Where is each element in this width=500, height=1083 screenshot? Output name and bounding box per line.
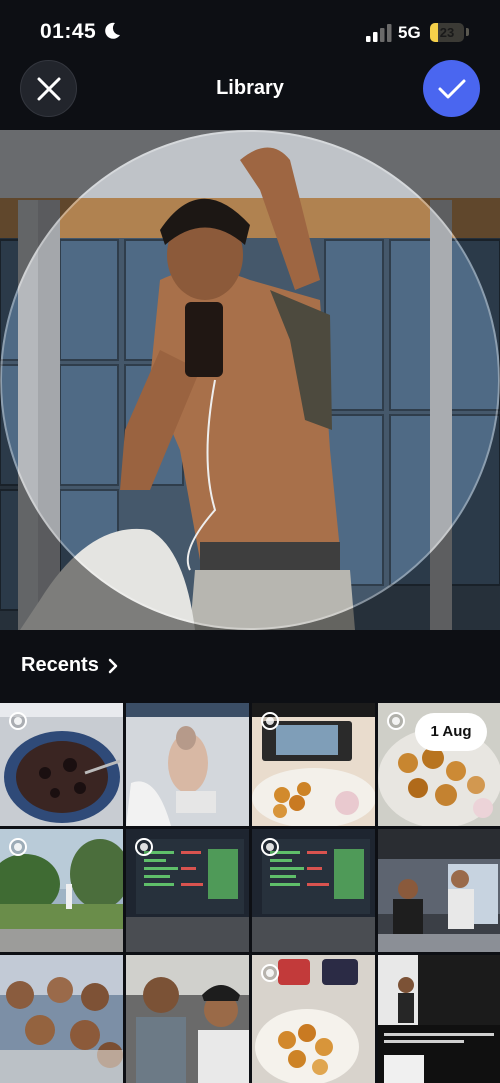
moon-icon xyxy=(105,22,120,39)
photo-thumbnail[interactable] xyxy=(126,703,249,826)
select-circle-icon[interactable] xyxy=(9,712,27,730)
nav-bar: Library xyxy=(0,60,500,130)
battery-percent: 23 xyxy=(439,25,455,40)
select-circle-icon[interactable] xyxy=(9,838,27,856)
select-circle-icon[interactable] xyxy=(261,964,279,982)
select-circle-icon[interactable] xyxy=(387,712,405,730)
crop-overlay xyxy=(0,130,500,630)
photo-preview[interactable] xyxy=(0,130,500,630)
photo-thumbnail[interactable] xyxy=(0,829,123,952)
status-bar: 01:45 5G 23 xyxy=(0,0,500,60)
recents-label: Recents xyxy=(21,654,99,676)
signal-icon xyxy=(366,24,392,42)
network-type: 5G xyxy=(398,23,421,42)
photo-grid xyxy=(0,703,500,1083)
battery-cap xyxy=(466,28,469,36)
photo-thumbnail[interactable] xyxy=(126,955,249,1083)
confirm-button[interactable] xyxy=(423,60,480,117)
photo-thumbnail[interactable] xyxy=(0,703,123,826)
select-circle-icon[interactable] xyxy=(135,838,153,856)
date-label: 1 Aug xyxy=(415,713,487,751)
photo-thumbnail[interactable] xyxy=(378,829,500,952)
photo-thumbnail[interactable] xyxy=(126,829,249,952)
photo-thumbnail[interactable] xyxy=(252,703,375,826)
photo-thumbnail[interactable] xyxy=(252,955,375,1083)
photo-thumbnail[interactable] xyxy=(252,829,375,952)
select-circle-icon[interactable] xyxy=(261,838,279,856)
status-time: 01:45 xyxy=(40,20,97,43)
chevron-right-icon xyxy=(108,658,118,673)
photo-thumbnail[interactable] xyxy=(378,955,500,1083)
checkmark-icon xyxy=(438,79,465,98)
photo-thumbnail[interactable] xyxy=(0,955,123,1083)
recents-album-button[interactable]: Recents xyxy=(21,654,119,677)
select-circle-icon[interactable] xyxy=(261,712,279,730)
battery-icon: 23 xyxy=(430,23,464,42)
